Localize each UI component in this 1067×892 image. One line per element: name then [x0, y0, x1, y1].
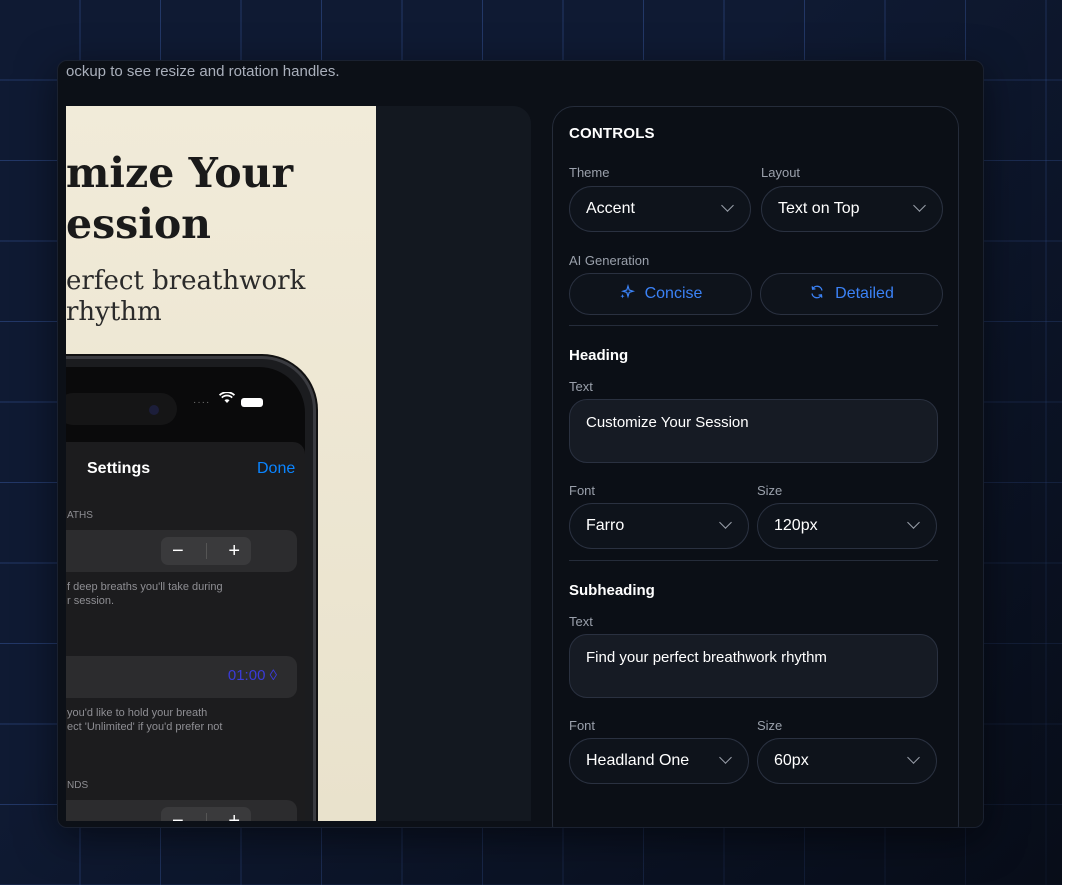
preview-subheading: erfect breathwork rhythm — [66, 266, 366, 328]
subheading-size-select[interactable]: 60px — [757, 738, 937, 784]
controls-panel: CONTROLS Theme Accent Layout Text on Top… — [552, 106, 959, 827]
settings-sheet: Settings Done ATHS − + f deep breaths yo… — [66, 442, 305, 821]
wifi-icon — [218, 391, 236, 409]
hold-description: you'd like to hold your breath ect 'Unli… — [67, 706, 267, 734]
stepper-plus[interactable]: + — [228, 540, 240, 563]
subheading-section-title: Subheading — [569, 582, 655, 599]
breaths-desc-line1: f deep breaths you'll take during — [67, 581, 223, 593]
phone-screen: ···· Settings Done ATHS − + f deep breat… — [66, 367, 305, 821]
breaths-desc-line2: r session. — [67, 595, 115, 607]
phone-mockup[interactable]: ···· Settings Done ATHS − + f deep breat… — [66, 356, 316, 821]
theme-label: Theme — [569, 165, 610, 180]
done-button[interactable]: Done — [257, 460, 295, 478]
stepper-separator — [205, 543, 207, 559]
concise-button[interactable]: Concise — [569, 273, 752, 315]
concise-label: Concise — [644, 285, 703, 302]
chevron-down-icon — [719, 751, 732, 764]
breaths-section-label: ATHS — [67, 510, 93, 521]
breaths-row: − + — [66, 530, 297, 572]
controls-title: CONTROLS — [569, 125, 655, 142]
rounds-section-label: NDS — [67, 780, 89, 791]
dynamic-island — [66, 393, 177, 425]
chevron-down-icon — [907, 516, 920, 529]
subheading-text-input[interactable]: Find your perfect breathwork rhythm — [569, 634, 938, 698]
divider — [569, 560, 938, 561]
refresh-icon — [809, 284, 825, 305]
heading-section-title: Heading — [569, 347, 629, 364]
edge-strip-right — [1062, 0, 1067, 892]
hold-desc-line2: ect 'Unlimited' if you'd prefer not — [67, 721, 223, 733]
chevron-down-icon — [907, 751, 920, 764]
rounds-stepper[interactable]: − + — [161, 807, 251, 821]
hold-value: 01:00 ◊ — [227, 667, 277, 684]
heading-font-select[interactable]: Farro — [569, 503, 749, 549]
camera-dot — [149, 405, 159, 415]
preview-gutter — [376, 106, 531, 821]
chevron-down-icon — [913, 199, 926, 212]
theme-select[interactable]: Accent — [569, 186, 751, 232]
subheading-font-select[interactable]: Headland One — [569, 738, 749, 784]
detailed-button[interactable]: Detailed — [760, 273, 943, 315]
stepper-plus[interactable]: + — [228, 810, 240, 822]
divider — [569, 325, 938, 326]
heading-size-select[interactable]: 120px — [757, 503, 937, 549]
hint-text: ockup to see resize and rotation handles… — [66, 63, 340, 80]
preview-heading: mize Your ession — [66, 148, 376, 250]
edge-strip-bottom — [0, 885, 1067, 892]
breaths-stepper[interactable]: − + — [161, 537, 251, 565]
preview-heading-line1: mize Your — [66, 149, 294, 197]
subheading-font-value: Headland One — [586, 752, 690, 769]
theme-value: Accent — [586, 200, 635, 217]
heading-text-label: Text — [569, 379, 593, 394]
stepper-minus[interactable]: − — [172, 810, 184, 822]
battery-icon — [241, 398, 263, 407]
sparkles-icon — [619, 283, 635, 305]
subheading-size-value: 60px — [774, 752, 809, 769]
heading-size-value: 120px — [774, 517, 818, 534]
layout-label: Layout — [761, 165, 801, 180]
signal-icon: ···· — [193, 397, 211, 408]
heading-font-label: Font — [569, 483, 596, 498]
editor-window: ockup to see resize and rotation handles… — [57, 60, 984, 828]
hold-row[interactable]: 01:00 ◊ — [66, 656, 297, 698]
layout-value: Text on Top — [778, 200, 860, 217]
hold-desc-line1: you'd like to hold your breath — [67, 707, 208, 719]
layout-select[interactable]: Text on Top — [761, 186, 943, 232]
heading-font-value: Farro — [586, 517, 625, 534]
chevron-down-icon — [721, 199, 734, 212]
mockup-canvas[interactable]: mize Your ession erfect breathwork rhyth… — [66, 106, 376, 821]
preview-subheading-line1: erfect breathwork — [66, 266, 306, 296]
heading-size-label: Size — [757, 483, 783, 498]
subheading-text-label: Text — [569, 614, 593, 629]
breaths-description: f deep breaths you'll take during r sess… — [67, 580, 267, 608]
preview-subheading-line2: rhythm — [66, 297, 162, 327]
ai-generation-label: AI Generation — [569, 253, 650, 268]
mockup-preview[interactable]: mize Your ession erfect breathwork rhyth… — [66, 106, 531, 821]
heading-text-input[interactable]: Customize Your Session — [569, 399, 938, 463]
preview-heading-line2: ession — [66, 200, 211, 248]
rounds-row: − + — [66, 800, 297, 821]
subheading-font-label: Font — [569, 718, 596, 733]
stepper-minus[interactable]: − — [172, 540, 184, 563]
chevron-down-icon — [719, 516, 732, 529]
sheet-title: Settings — [87, 460, 151, 477]
detailed-label: Detailed — [835, 285, 894, 302]
stepper-separator — [205, 813, 207, 821]
subheading-size-label: Size — [757, 718, 783, 733]
